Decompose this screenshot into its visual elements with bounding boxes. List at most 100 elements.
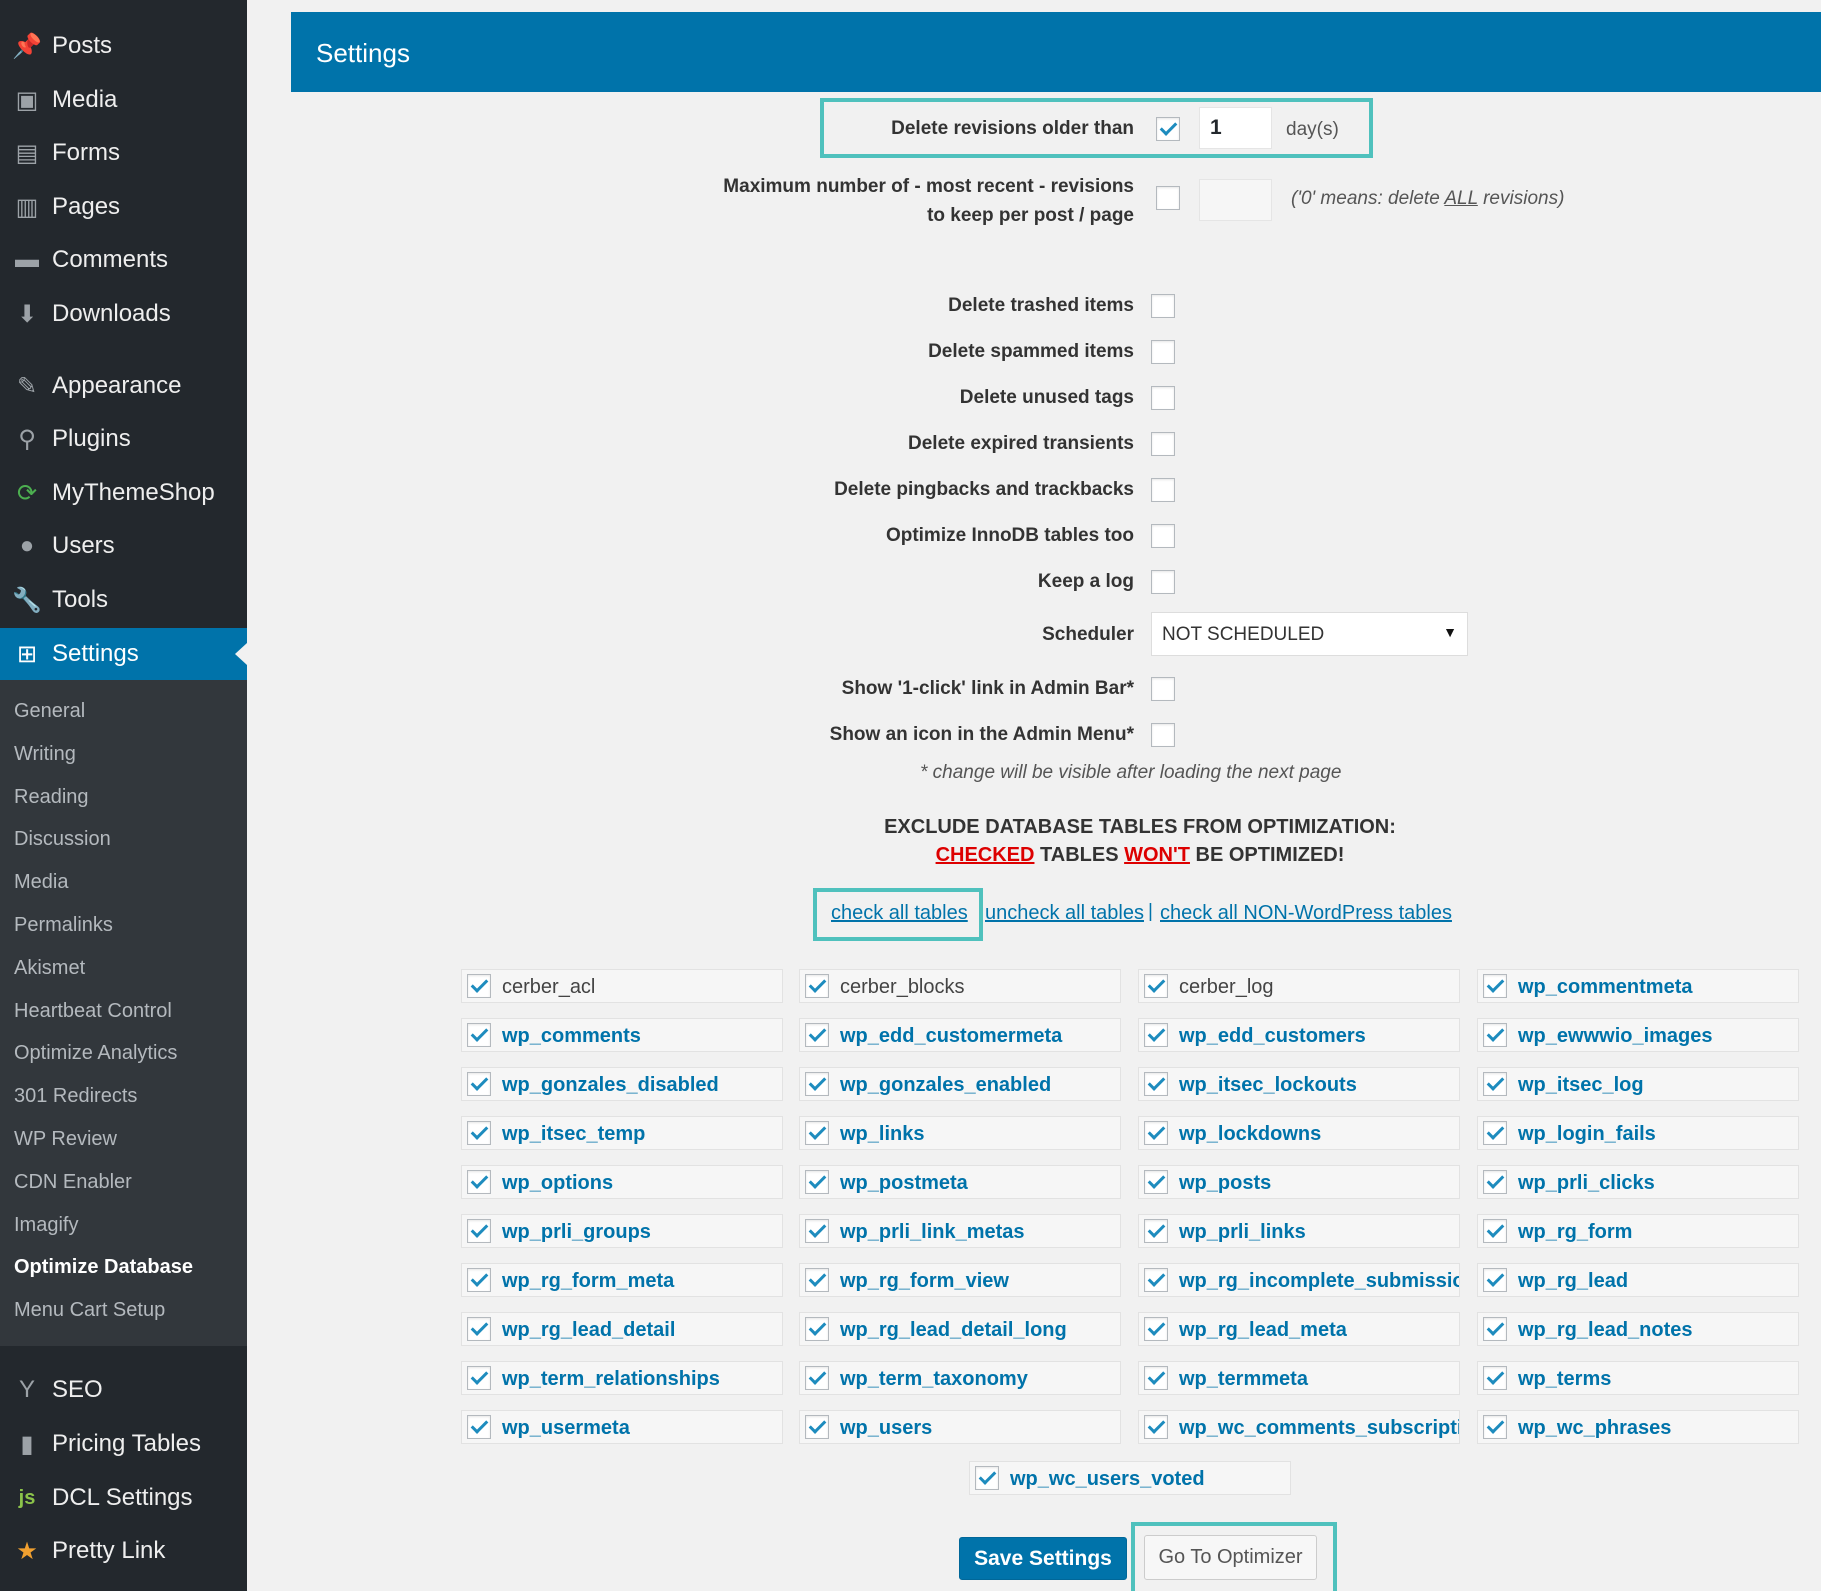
sidebar-item-seo[interactable]: Y SEO (0, 1364, 247, 1416)
table-item[interactable]: wp_prli_link_metas (799, 1214, 1121, 1248)
table-item[interactable]: wp_links (799, 1116, 1121, 1150)
table-checkbox[interactable] (1144, 1268, 1168, 1292)
submenu-item-heartbeat-control[interactable]: Heartbeat Control (14, 1000, 172, 1023)
delete-unused-tags-checkbox[interactable] (1151, 386, 1175, 410)
delete-trashed-items-checkbox[interactable] (1151, 294, 1175, 318)
table-item[interactable]: wp_lockdowns (1138, 1116, 1460, 1150)
uncheck-all-tables-link[interactable]: uncheck all tables (985, 902, 1144, 925)
sidebar-item-tools[interactable]: 🔧 Tools (0, 574, 247, 626)
table-item[interactable]: wp_comments (461, 1018, 783, 1052)
table-item[interactable]: cerber_blocks (799, 969, 1121, 1003)
submenu-item-reading[interactable]: Reading (14, 786, 89, 809)
table-item[interactable]: wp_edd_customermeta (799, 1018, 1121, 1052)
table-checkbox[interactable] (1144, 1415, 1168, 1439)
table-checkbox[interactable] (805, 1317, 829, 1341)
table-item[interactable]: wp_postmeta (799, 1165, 1121, 1199)
sidebar-item-dcl-settings[interactable]: js DCL Settings (0, 1472, 247, 1524)
delete-expired-transients-checkbox[interactable] (1151, 432, 1175, 456)
table-item[interactable]: wp_posts (1138, 1165, 1460, 1199)
table-checkbox[interactable] (1483, 1121, 1507, 1145)
admin-menu-icon-checkbox[interactable] (1151, 723, 1175, 747)
sidebar-item-forms[interactable]: ▤ Forms (0, 127, 247, 179)
table-checkbox[interactable] (467, 1170, 491, 1194)
table-item[interactable]: wp_edd_customers (1138, 1018, 1460, 1052)
table-item[interactable]: wp_users (799, 1410, 1121, 1444)
table-checkbox[interactable] (805, 1170, 829, 1194)
delete-spammed-items-checkbox[interactable] (1151, 340, 1175, 364)
table-checkbox[interactable] (467, 1317, 491, 1341)
table-checkbox[interactable] (1483, 1023, 1507, 1047)
table-checkbox[interactable] (975, 1466, 999, 1490)
table-item[interactable]: wp_prli_links (1138, 1214, 1460, 1248)
table-item[interactable]: wp_ewwwio_images (1477, 1018, 1799, 1052)
scheduler-select[interactable]: NOT SCHEDULED ▼ (1151, 612, 1468, 656)
table-item[interactable]: wp_commentmeta (1477, 969, 1799, 1003)
table-item[interactable]: wp_wc_users_voted (969, 1461, 1291, 1495)
optimize-innodb-tables-too-checkbox[interactable] (1151, 524, 1175, 548)
submenu-item-writing[interactable]: Writing (14, 743, 76, 766)
submenu-item-cdn-enabler[interactable]: CDN Enabler (14, 1171, 132, 1194)
sidebar-item-media[interactable]: ▣ Media (0, 74, 247, 126)
table-item[interactable]: wp_rg_lead (1477, 1263, 1799, 1297)
table-item[interactable]: wp_rg_lead_notes (1477, 1312, 1799, 1346)
table-checkbox[interactable] (467, 1121, 491, 1145)
submenu-item-menu-cart-setup[interactable]: Menu Cart Setup (14, 1299, 165, 1322)
check-non-wordpress-tables-link[interactable]: check all NON-WordPress tables (1160, 902, 1452, 925)
sidebar-item-pricing-tables[interactable]: ▮ Pricing Tables (0, 1418, 247, 1470)
table-checkbox[interactable] (1144, 974, 1168, 998)
admin-bar-link-checkbox[interactable] (1151, 677, 1175, 701)
table-checkbox[interactable] (805, 1366, 829, 1390)
table-checkbox[interactable] (1483, 1170, 1507, 1194)
submenu-item-301-redirects[interactable]: 301 Redirects (14, 1085, 137, 1108)
submenu-item-optimize-analytics[interactable]: Optimize Analytics (14, 1042, 177, 1065)
table-checkbox[interactable] (1144, 1317, 1168, 1341)
delete-pingbacks-and-trackbacks-checkbox[interactable] (1151, 478, 1175, 502)
table-item[interactable]: wp_rg_incomplete_submissions (1138, 1263, 1460, 1297)
table-item[interactable]: wp_term_taxonomy (799, 1361, 1121, 1395)
sidebar-item-posts[interactable]: 📌 Posts (0, 20, 247, 72)
table-item[interactable]: wp_rg_lead_meta (1138, 1312, 1460, 1346)
table-item[interactable]: wp_itsec_temp (461, 1116, 783, 1150)
table-checkbox[interactable] (1483, 1268, 1507, 1292)
table-checkbox[interactable] (1144, 1170, 1168, 1194)
table-checkbox[interactable] (467, 1366, 491, 1390)
submenu-item-akismet[interactable]: Akismet (14, 957, 85, 980)
table-checkbox[interactable] (1144, 1219, 1168, 1243)
submenu-item-imagify[interactable]: Imagify (14, 1214, 78, 1237)
table-checkbox[interactable] (1483, 1366, 1507, 1390)
go-to-optimizer-button[interactable]: Go To Optimizer (1144, 1535, 1317, 1580)
check-all-tables-link[interactable]: check all tables (831, 902, 968, 925)
table-checkbox[interactable] (1483, 1317, 1507, 1341)
submenu-item-general[interactable]: General (14, 700, 85, 723)
table-checkbox[interactable] (1483, 1415, 1507, 1439)
table-checkbox[interactable] (805, 974, 829, 998)
table-item[interactable]: cerber_log (1138, 969, 1460, 1003)
sidebar-item-mythemeshop[interactable]: ⟳ MyThemeShop (0, 467, 247, 519)
table-item[interactable]: wp_wc_comments_subscriptions (1138, 1410, 1460, 1444)
table-checkbox[interactable] (1483, 974, 1507, 998)
table-item[interactable]: wp_rg_lead_detail (461, 1312, 783, 1346)
sidebar-item-comments[interactable]: ▬ Comments (0, 234, 247, 286)
table-item[interactable]: wp_wc_phrases (1477, 1410, 1799, 1444)
max-revisions-checkbox[interactable] (1156, 186, 1180, 210)
table-item[interactable]: wp_prli_clicks (1477, 1165, 1799, 1199)
table-item[interactable]: wp_usermeta (461, 1410, 783, 1444)
table-item[interactable]: wp_prli_groups (461, 1214, 783, 1248)
table-checkbox[interactable] (467, 1072, 491, 1096)
table-item[interactable]: wp_rg_form (1477, 1214, 1799, 1248)
submenu-item-optimize-database[interactable]: Optimize Database (14, 1256, 193, 1279)
sidebar-item-plugins[interactable]: ⚲ Plugins (0, 413, 247, 465)
submenu-item-permalinks[interactable]: Permalinks (14, 914, 113, 937)
table-checkbox[interactable] (467, 1023, 491, 1047)
table-checkbox[interactable] (805, 1415, 829, 1439)
table-checkbox[interactable] (467, 1219, 491, 1243)
table-checkbox[interactable] (1483, 1219, 1507, 1243)
table-item[interactable]: wp_gonzales_disabled (461, 1067, 783, 1101)
sidebar-item-pretty-link[interactable]: ★ Pretty Link (0, 1525, 247, 1577)
table-checkbox[interactable] (467, 974, 491, 998)
table-checkbox[interactable] (805, 1121, 829, 1145)
keep-a-log-checkbox[interactable] (1151, 570, 1175, 594)
table-item[interactable]: wp_gonzales_enabled (799, 1067, 1121, 1101)
table-item[interactable]: wp_rg_form_view (799, 1263, 1121, 1297)
table-checkbox[interactable] (805, 1268, 829, 1292)
